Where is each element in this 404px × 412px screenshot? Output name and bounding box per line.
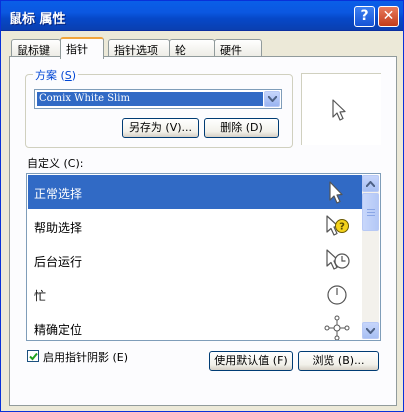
svg-text:?: ? [339,222,345,233]
working-in-background-cursor-icon [326,249,350,270]
list-scrollbar[interactable] [362,175,379,339]
list-item[interactable]: 正常选择 [28,175,362,209]
tab-pointer-options[interactable]: 指针选项 [108,39,170,57]
chevron-down-icon[interactable] [264,91,280,107]
list-item[interactable]: 精确定位 [28,311,362,340]
arrow-cursor-icon [329,181,343,204]
scheme-dropdown[interactable]: Comix White Slim [34,89,282,109]
list-item[interactable]: 后台运行 [28,243,362,277]
tab-hardware[interactable]: 硬件 [214,39,262,57]
scheme-label: 方案 (S) [33,67,79,83]
pointer-shadow-label: 启用指针阴影 (E) [43,351,129,364]
list-item[interactable]: 忙 [28,277,362,311]
pointer-shadow-checkbox[interactable] [27,350,39,362]
tab-pointers[interactable]: 指针 [60,37,104,59]
cursor-list[interactable]: 正常选择 帮助选择 ? 后台运行 忙 精确定位 [26,173,381,341]
tab-wheel[interactable]: 轮 [169,39,215,57]
browse-button[interactable]: 浏览 (B)... [298,351,379,371]
window-title: 鼠标 属性 [9,12,66,27]
busy-cursor-icon [327,285,347,305]
delete-button[interactable]: 删除 (D) [204,118,279,138]
close-button[interactable]: ✕ [378,6,399,27]
cursor-preview [301,73,381,145]
list-item[interactable]: 帮助选择 ? [28,209,362,243]
scheme-selected-value: Comix White Slim [37,92,263,106]
mouse-properties-window: 鼠标 属性 ? ✕ 鼠标键 指针 指针选项 轮 硬件 方案 (S) Comix … [0,0,404,412]
use-default-button[interactable]: 使用默认值 (F) [209,351,293,371]
help-button[interactable]: ? [354,6,375,27]
chevron-down-icon [366,328,375,334]
customize-label: 自定义 (C): [27,157,84,170]
precision-cursor-icon [324,315,350,340]
help-cursor-icon: ? [326,215,349,236]
arrow-cursor-icon [332,99,346,121]
scroll-thumb[interactable] [362,193,379,231]
save-as-button[interactable]: 另存为 (V)... [122,118,199,138]
scroll-up-button[interactable] [362,175,379,192]
chevron-up-icon [366,181,375,187]
tab-buttons[interactable]: 鼠标键 [11,39,61,57]
checkmark-icon [29,352,38,361]
title-bar[interactable]: 鼠标 属性 ? ✕ [1,1,403,31]
scroll-down-button[interactable] [362,322,379,339]
